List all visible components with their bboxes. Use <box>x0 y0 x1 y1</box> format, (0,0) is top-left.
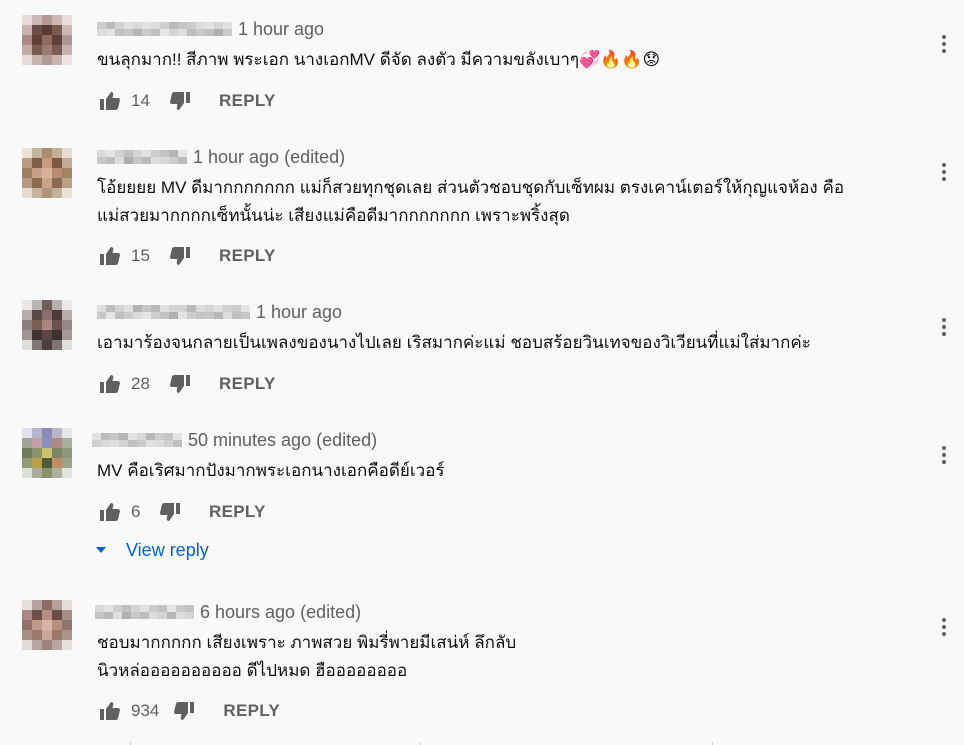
like-count: 15 <box>131 246 150 265</box>
reply-button[interactable]: REPLY <box>209 502 266 522</box>
reply-button[interactable]: REPLY <box>223 701 280 721</box>
comment-timestamp[interactable]: 1 hour ago <box>238 19 324 40</box>
kebab-menu-icon[interactable] <box>936 157 952 187</box>
comment-actions: 934 REPLY <box>97 699 280 723</box>
thumbs-down-icon[interactable] <box>167 372 193 396</box>
kebab-menu-icon[interactable] <box>936 440 952 470</box>
thumbs-up-icon[interactable] <box>97 500 123 524</box>
thumbs-down-icon[interactable] <box>167 244 193 268</box>
comment-text-line: โอ้ยยยย MV ดีมากกกกกกก แม่ก็สวยทุกชุดเลย… <box>97 178 845 197</box>
avatar[interactable] <box>22 600 72 650</box>
author-name-blurred[interactable] <box>92 433 182 447</box>
like-count: 14 <box>131 91 150 110</box>
comment-text: เอามาร้องจนกลายเป็นเพลงของนางไปเลย เริสม… <box>97 329 811 357</box>
comment-text-line: ขนลุกมาก!! สีภาพ พระเอก นางเอกMV ดีจัด ล… <box>97 50 661 69</box>
kebab-menu-icon[interactable] <box>936 29 952 59</box>
avatar[interactable] <box>22 300 72 350</box>
reply-button[interactable]: REPLY <box>219 246 276 266</box>
view-reply-button[interactable]: View reply <box>96 538 209 562</box>
thumbs-up-icon[interactable] <box>97 244 123 268</box>
comment-timestamp[interactable]: 6 hours ago (edited) <box>200 602 361 623</box>
comment-text: MV คือเริศมากปังมากพระเอกนางเอกคือดีย์เว… <box>97 457 445 485</box>
comment-text-line: แม่สวยมากกกกเซ็ทนั้นน่ะ เสียงแม่คือดีมาก… <box>97 206 570 225</box>
like-count: 934 <box>131 701 160 720</box>
comment-text-line: ชอบมากกกกก เสียงเพราะ ภาพสวย พิมรี่พายมี… <box>97 633 517 652</box>
thumbs-up-icon[interactable] <box>97 699 123 723</box>
comment-text-line: เอามาร้องจนกลายเป็นเพลงของนางไปเลย เริสม… <box>97 333 811 352</box>
author-name-blurred[interactable] <box>97 150 187 164</box>
view-reply-label: View reply <box>126 539 209 560</box>
author-name-blurred[interactable] <box>97 305 250 319</box>
comment-actions: 14 REPLY <box>97 89 276 113</box>
author-name-blurred[interactable] <box>95 605 194 619</box>
comment-author[interactable]: 1 hour ago (edited) <box>97 147 345 167</box>
thumbs-down-icon[interactable] <box>171 699 197 723</box>
kebab-menu-icon[interactable] <box>936 612 952 642</box>
comment-text-line: MV คือเริศมากปังมากพระเอกนางเอกคือดีย์เว… <box>97 461 445 480</box>
thumbs-down-icon[interactable] <box>157 500 183 524</box>
thumbs-down-icon[interactable] <box>167 89 193 113</box>
thumbs-up-icon[interactable] <box>97 372 123 396</box>
comment-text: ชอบมากกกกก เสียงเพราะ ภาพสวย พิมรี่พายมี… <box>97 629 516 685</box>
kebab-menu-icon[interactable] <box>936 312 952 342</box>
avatar[interactable] <box>22 428 72 478</box>
author-name-blurred[interactable] <box>97 22 232 36</box>
comment-author[interactable]: 6 hours ago (edited) <box>95 602 361 622</box>
comment-text: โอ้ยยยย MV ดีมากกกกกกก แม่ก็สวยทุกชุดเลย… <box>97 174 844 230</box>
comment-text: ขนลุกมาก!! สีภาพ พระเอก นางเอกMV ดีจัด ล… <box>97 46 660 74</box>
comment-actions: 15 REPLY <box>97 244 276 268</box>
caret-down-icon <box>96 547 106 553</box>
avatar[interactable] <box>22 15 72 65</box>
reply-button[interactable]: REPLY <box>219 374 276 394</box>
avatar[interactable] <box>22 148 72 198</box>
thumbs-up-icon[interactable] <box>97 89 123 113</box>
comment-timestamp[interactable]: 1 hour ago <box>256 302 342 323</box>
reply-button[interactable]: REPLY <box>219 91 276 111</box>
comment-text-line: นิวหล่ออออออออออ ดีไปหมด ฮืออออออออ <box>97 661 408 680</box>
comment-actions: 6 REPLY <box>97 500 266 524</box>
comment-timestamp[interactable]: 1 hour ago (edited) <box>193 147 345 168</box>
like-count: 28 <box>131 374 150 393</box>
comment-actions: 28 REPLY <box>97 372 276 396</box>
comment-timestamp[interactable]: 50 minutes ago (edited) <box>188 430 377 451</box>
comment-author[interactable]: 1 hour ago <box>97 302 342 322</box>
like-count: 6 <box>131 502 141 521</box>
comment-author[interactable]: 1 hour ago <box>97 19 324 39</box>
comment-author[interactable]: 50 minutes ago (edited) <box>92 430 377 450</box>
